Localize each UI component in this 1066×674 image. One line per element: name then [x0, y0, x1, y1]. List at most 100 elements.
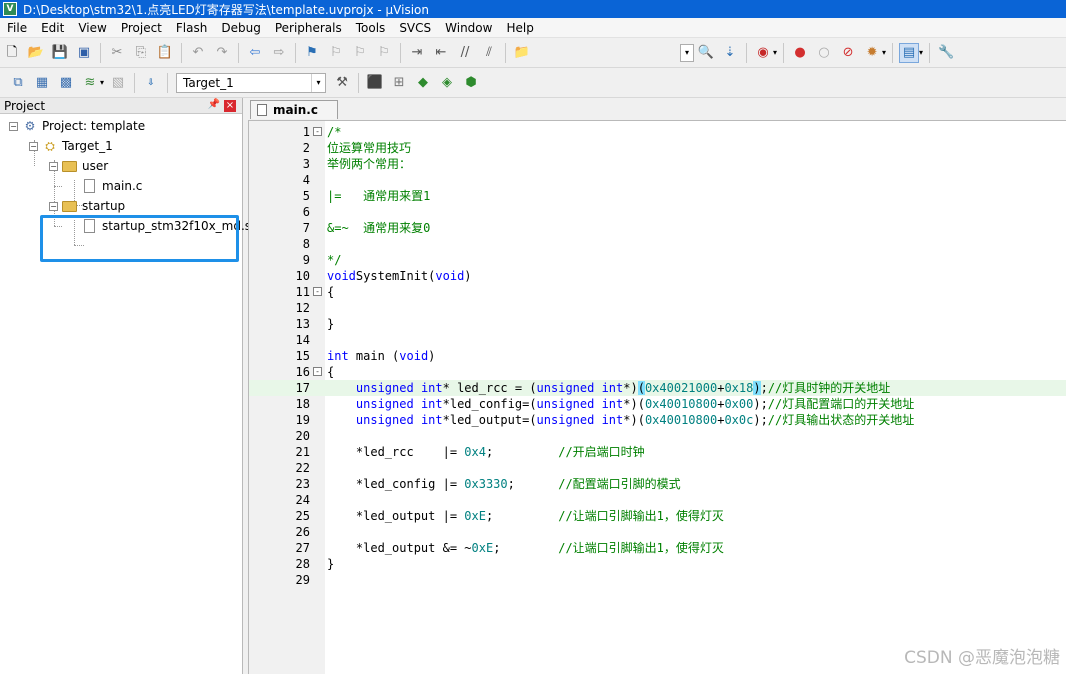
line-number: 5 [302, 189, 310, 203]
previous-bookmark-icon[interactable]: ⚐ [326, 43, 346, 63]
stop-build-icon[interactable]: ▧ [108, 73, 128, 93]
code-editor[interactable]: 1-/* 2 位运算常用技巧 3 举例两个常用： 4 5 |= 通常用来置1 6 7 &=~ 通常用… [248, 120, 1066, 674]
tab-main-c[interactable]: main.c [250, 100, 338, 119]
incremental-find-icon[interactable]: ⇣ [720, 43, 740, 63]
chevron-down-icon[interactable]: ▾ [100, 78, 104, 87]
copy-icon[interactable]: ⎘ [131, 43, 151, 63]
tree-node-target[interactable]: − ⛭ Target_1 [29, 137, 113, 155]
paste-icon[interactable]: 📋 [155, 43, 175, 63]
collapse-toggle[interactable]: − [49, 201, 58, 211]
fold-toggle[interactable]: - [313, 367, 322, 376]
collapse-toggle[interactable]: − [49, 161, 58, 171]
find-icon[interactable]: 🔍 [696, 43, 716, 63]
menu-item-peripherals[interactable]: Peripherals [268, 18, 349, 38]
target-options-icon[interactable]: ⚒ [332, 73, 352, 93]
code-token: ); [753, 413, 768, 427]
insert-bookmark-icon[interactable]: ⚑ [302, 43, 322, 63]
menu-item-svcs[interactable]: SVCS [392, 18, 438, 38]
code-line: 9 */ [249, 252, 1066, 268]
toolbar-separator [929, 42, 931, 63]
open-file-icon[interactable]: 📂 [26, 43, 46, 63]
project-panel-header: Project 📌 × [0, 98, 242, 114]
menu-item-edit[interactable]: Edit [34, 18, 71, 38]
tree-node-group-user[interactable]: − user [49, 157, 108, 175]
software-components-icon[interactable]: ⬢ [461, 73, 481, 93]
fold-toggle[interactable]: - [313, 287, 322, 296]
chevron-down-icon[interactable]: ▾ [919, 48, 923, 57]
translate-icon[interactable]: ⧉ [8, 73, 28, 93]
tree-node-file-main[interactable]: main.c [84, 177, 142, 195]
toolbar-separator [400, 42, 401, 63]
navigate-forward-icon[interactable]: ⇨ [269, 43, 289, 63]
menu-item-view[interactable]: View [71, 18, 113, 38]
next-bookmark-icon[interactable]: ⚐ [350, 43, 370, 63]
menu-item-file[interactable]: File [0, 18, 34, 38]
disable-breakpoints-icon[interactable]: ⊘ [838, 43, 858, 63]
find-combo-dropdown[interactable]: ▾ [680, 43, 694, 62]
kill-breakpoints-icon[interactable]: ✹ [862, 43, 882, 63]
window-layout-icon[interactable]: ▤ [899, 42, 920, 63]
code-token: ; [493, 541, 559, 555]
collapse-toggle[interactable]: − [29, 141, 38, 151]
manage-run-time-icon[interactable]: ⊞ [389, 73, 409, 93]
menu-item-window[interactable]: Window [438, 18, 499, 38]
close-icon[interactable]: × [224, 100, 236, 112]
code-line: 25 *led_output |= 0xE; //让端口引脚输出1，使得灯灭 [249, 508, 1066, 524]
chevron-down-icon[interactable]: ▾ [882, 48, 886, 57]
pin-icon[interactable]: 📌 [208, 99, 220, 110]
new-file-icon[interactable]: 🗋 [2, 43, 22, 63]
collapse-toggle[interactable]: − [9, 121, 18, 131]
line-number: 1 [302, 125, 310, 139]
menu-item-flash[interactable]: Flash [169, 18, 214, 38]
save-all-icon[interactable]: ▣ [74, 43, 94, 63]
uncomment-icon[interactable]: ⫽ [479, 43, 499, 63]
redo-icon[interactable]: ↷ [212, 43, 232, 63]
batch-build-icon[interactable]: ≋ [80, 73, 100, 93]
code-token: int [601, 381, 624, 395]
target-select[interactable]: Target_1 ▾ [176, 72, 327, 93]
line-number: 15 [295, 349, 310, 363]
clear-bookmarks-icon[interactable]: ⚐ [374, 43, 394, 63]
build-icon[interactable]: ▦ [32, 73, 52, 93]
enable-breakpoint-icon[interactable]: ○ [814, 43, 834, 63]
fold-toggle[interactable]: - [313, 127, 322, 136]
debug-session-icon[interactable]: ◉ [753, 43, 773, 63]
project-panel: Project 📌 × − ⚙ Project: template − ⛭ Ta… [0, 98, 251, 674]
cut-icon[interactable]: ✂ [107, 43, 127, 63]
toolbar-separator [295, 42, 296, 63]
line-number: 28 [295, 557, 310, 571]
menu-item-tools[interactable]: Tools [349, 18, 393, 38]
line-number: 11 [295, 285, 310, 299]
menu-item-debug[interactable]: Debug [214, 18, 267, 38]
chevron-down-icon[interactable]: ▾ [773, 48, 777, 57]
download-icon[interactable]: ⇩ [141, 73, 161, 93]
find-in-files-icon[interactable]: 📁 [512, 43, 532, 63]
select-packs-icon[interactable]: ◆ [413, 73, 433, 93]
rebuild-icon[interactable]: ▩ [56, 73, 76, 93]
tree-node-group-startup[interactable]: − startup [49, 197, 125, 215]
file-extensions-icon[interactable]: ⬛ [365, 73, 385, 93]
comment-icon[interactable]: // [455, 43, 475, 63]
navigate-back-icon[interactable]: ⇦ [245, 43, 265, 63]
code-text: /* [327, 124, 341, 140]
chevron-down-icon[interactable]: ▾ [311, 73, 325, 92]
undo-icon[interactable]: ↶ [188, 43, 208, 63]
indent-icon[interactable]: ⇥ [407, 43, 427, 63]
watermark: CSDN @恶魔泡泡糖 [904, 648, 1060, 668]
save-icon[interactable]: 💾 [50, 43, 70, 63]
line-number: 10 [295, 269, 310, 283]
code-token: 0x00 [724, 397, 754, 411]
tree-node-project[interactable]: − ⚙ Project: template [9, 117, 145, 135]
menu-item-help[interactable]: Help [499, 18, 540, 38]
insert-breakpoint-icon[interactable]: ● [790, 43, 810, 63]
menu-item-project[interactable]: Project [114, 18, 169, 38]
code-token: } [327, 317, 335, 331]
code-token: 0x3330 [464, 477, 508, 491]
configure-icon[interactable]: 🔧 [936, 43, 956, 63]
pack-installer-icon[interactable]: ◈ [437, 73, 457, 93]
code-token: *) [623, 381, 638, 395]
code-token: ) [753, 381, 761, 395]
unindent-icon[interactable]: ⇤ [431, 43, 451, 63]
